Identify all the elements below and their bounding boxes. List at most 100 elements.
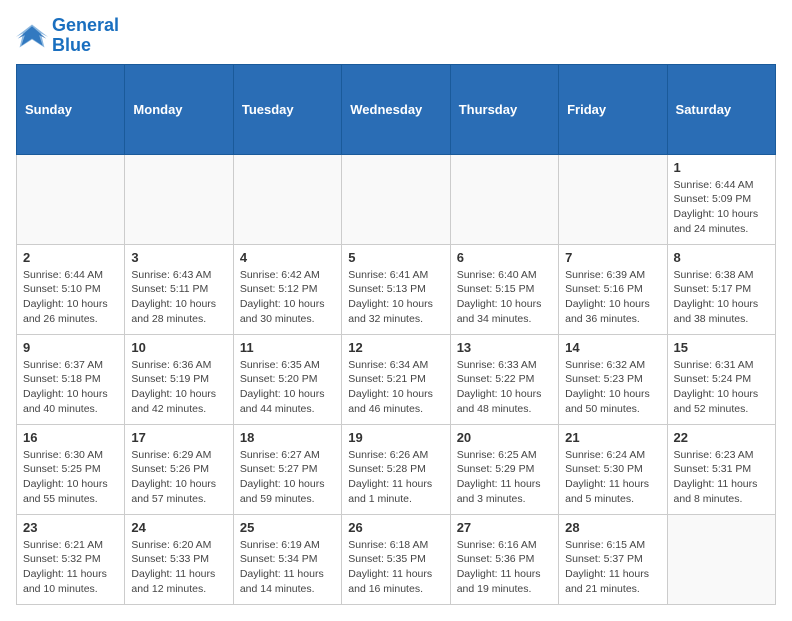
calendar-cell: 21 Sunrise: 6:24 AM Sunset: 5:30 PM Dayli… xyxy=(559,424,667,514)
calendar-cell: 14 Sunrise: 6:32 AM Sunset: 5:23 PM Dayli… xyxy=(559,334,667,424)
day-info: Sunrise: 6:26 AM Sunset: 5:28 PM Dayligh… xyxy=(348,448,443,507)
calendar-cell: 19 Sunrise: 6:26 AM Sunset: 5:28 PM Dayli… xyxy=(342,424,450,514)
day-info: Sunrise: 6:19 AM Sunset: 5:34 PM Dayligh… xyxy=(240,538,335,597)
day-info: Sunrise: 6:23 AM Sunset: 5:31 PM Dayligh… xyxy=(674,448,769,507)
day-number: 3 xyxy=(131,250,226,265)
day-number: 22 xyxy=(674,430,769,445)
day-info: Sunrise: 6:16 AM Sunset: 5:36 PM Dayligh… xyxy=(457,538,552,597)
calendar-week-row: 23 Sunrise: 6:21 AM Sunset: 5:32 PM Dayli… xyxy=(17,514,776,604)
calendar-cell: 11 Sunrise: 6:35 AM Sunset: 5:20 PM Dayli… xyxy=(233,334,341,424)
day-info: Sunrise: 6:24 AM Sunset: 5:30 PM Dayligh… xyxy=(565,448,660,507)
calendar-cell: 28 Sunrise: 6:15 AM Sunset: 5:37 PM Dayli… xyxy=(559,514,667,604)
calendar-cell xyxy=(125,154,233,244)
day-number: 18 xyxy=(240,430,335,445)
calendar-cell: 16 Sunrise: 6:30 AM Sunset: 5:25 PM Dayli… xyxy=(17,424,125,514)
calendar-cell xyxy=(667,514,775,604)
day-info: Sunrise: 6:18 AM Sunset: 5:35 PM Dayligh… xyxy=(348,538,443,597)
day-info: Sunrise: 6:15 AM Sunset: 5:37 PM Dayligh… xyxy=(565,538,660,597)
calendar-cell: 10 Sunrise: 6:36 AM Sunset: 5:19 PM Dayli… xyxy=(125,334,233,424)
calendar-week-row: 1Sunrise: 6:44 AM Sunset: 5:09 PM Daylig… xyxy=(17,154,776,244)
calendar-cell: 4 Sunrise: 6:42 AM Sunset: 5:12 PM Daylig… xyxy=(233,244,341,334)
day-info: Sunrise: 6:21 AM Sunset: 5:32 PM Dayligh… xyxy=(23,538,118,597)
calendar-header-row: SundayMondayTuesdayWednesdayThursdayFrid… xyxy=(17,64,776,154)
day-number: 25 xyxy=(240,520,335,535)
day-number: 26 xyxy=(348,520,443,535)
day-info: Sunrise: 6:34 AM Sunset: 5:21 PM Dayligh… xyxy=(348,358,443,417)
weekday-header: Sunday xyxy=(17,64,125,154)
calendar-week-row: 9 Sunrise: 6:37 AM Sunset: 5:18 PM Daylig… xyxy=(17,334,776,424)
day-number: 15 xyxy=(674,340,769,355)
calendar-cell: 23 Sunrise: 6:21 AM Sunset: 5:32 PM Dayli… xyxy=(17,514,125,604)
calendar-cell: 13Sunrise: 6:33 AM Sunset: 5:22 PM Dayli… xyxy=(450,334,558,424)
day-number: 28 xyxy=(565,520,660,535)
calendar-cell: 6 Sunrise: 6:40 AM Sunset: 5:15 PM Daylig… xyxy=(450,244,558,334)
weekday-header: Thursday xyxy=(450,64,558,154)
day-info: Sunrise: 6:44 AM Sunset: 5:09 PM Dayligh… xyxy=(674,178,769,237)
day-number: 21 xyxy=(565,430,660,445)
day-info: Sunrise: 6:43 AM Sunset: 5:11 PM Dayligh… xyxy=(131,268,226,327)
day-info: Sunrise: 6:30 AM Sunset: 5:25 PM Dayligh… xyxy=(23,448,118,507)
logo-text: General Blue xyxy=(52,16,119,56)
calendar-cell: 2Sunrise: 6:44 AM Sunset: 5:10 PM Daylig… xyxy=(17,244,125,334)
day-number: 17 xyxy=(131,430,226,445)
day-info: Sunrise: 6:25 AM Sunset: 5:29 PM Dayligh… xyxy=(457,448,552,507)
day-number: 5 xyxy=(348,250,443,265)
day-number: 24 xyxy=(131,520,226,535)
day-number: 10 xyxy=(131,340,226,355)
day-info: Sunrise: 6:31 AM Sunset: 5:24 PM Dayligh… xyxy=(674,358,769,417)
day-number: 8 xyxy=(674,250,769,265)
day-number: 4 xyxy=(240,250,335,265)
calendar-week-row: 16 Sunrise: 6:30 AM Sunset: 5:25 PM Dayli… xyxy=(17,424,776,514)
day-info: Sunrise: 6:40 AM Sunset: 5:15 PM Dayligh… xyxy=(457,268,552,327)
calendar-cell: 8 Sunrise: 6:38 AM Sunset: 5:17 PM Daylig… xyxy=(667,244,775,334)
calendar-cell xyxy=(17,154,125,244)
day-info: Sunrise: 6:29 AM Sunset: 5:26 PM Dayligh… xyxy=(131,448,226,507)
day-number: 20 xyxy=(457,430,552,445)
day-number: 27 xyxy=(457,520,552,535)
day-number: 23 xyxy=(23,520,118,535)
calendar-cell xyxy=(233,154,341,244)
calendar-cell: 22 Sunrise: 6:23 AM Sunset: 5:31 PM Dayli… xyxy=(667,424,775,514)
day-info: Sunrise: 6:41 AM Sunset: 5:13 PM Dayligh… xyxy=(348,268,443,327)
calendar-cell: 15 Sunrise: 6:31 AM Sunset: 5:24 PM Dayli… xyxy=(667,334,775,424)
day-number: 14 xyxy=(565,340,660,355)
day-number: 12 xyxy=(348,340,443,355)
day-number: 19 xyxy=(348,430,443,445)
day-info: Sunrise: 6:39 AM Sunset: 5:16 PM Dayligh… xyxy=(565,268,660,327)
day-info: Sunrise: 6:36 AM Sunset: 5:19 PM Dayligh… xyxy=(131,358,226,417)
calendar-week-row: 2Sunrise: 6:44 AM Sunset: 5:10 PM Daylig… xyxy=(17,244,776,334)
calendar-cell: 3 Sunrise: 6:43 AM Sunset: 5:11 PM Daylig… xyxy=(125,244,233,334)
calendar-cell: 7Sunrise: 6:39 AM Sunset: 5:16 PM Daylig… xyxy=(559,244,667,334)
calendar-cell: 25 Sunrise: 6:19 AM Sunset: 5:34 PM Dayli… xyxy=(233,514,341,604)
day-info: Sunrise: 6:32 AM Sunset: 5:23 PM Dayligh… xyxy=(565,358,660,417)
calendar-cell xyxy=(342,154,450,244)
day-info: Sunrise: 6:27 AM Sunset: 5:27 PM Dayligh… xyxy=(240,448,335,507)
logo-icon xyxy=(16,22,48,50)
day-info: Sunrise: 6:38 AM Sunset: 5:17 PM Dayligh… xyxy=(674,268,769,327)
calendar-cell: 26 Sunrise: 6:18 AM Sunset: 5:35 PM Dayli… xyxy=(342,514,450,604)
weekday-header: Tuesday xyxy=(233,64,341,154)
day-number: 11 xyxy=(240,340,335,355)
calendar-cell: 9 Sunrise: 6:37 AM Sunset: 5:18 PM Daylig… xyxy=(17,334,125,424)
page-header: General Blue xyxy=(16,16,776,56)
day-number: 13 xyxy=(457,340,552,355)
calendar-cell xyxy=(450,154,558,244)
day-info: Sunrise: 6:42 AM Sunset: 5:12 PM Dayligh… xyxy=(240,268,335,327)
calendar-cell: 1Sunrise: 6:44 AM Sunset: 5:09 PM Daylig… xyxy=(667,154,775,244)
day-info: Sunrise: 6:35 AM Sunset: 5:20 PM Dayligh… xyxy=(240,358,335,417)
calendar-cell xyxy=(559,154,667,244)
day-number: 16 xyxy=(23,430,118,445)
day-number: 9 xyxy=(23,340,118,355)
calendar-cell: 24 Sunrise: 6:20 AM Sunset: 5:33 PM Dayli… xyxy=(125,514,233,604)
day-number: 6 xyxy=(457,250,552,265)
weekday-header: Saturday xyxy=(667,64,775,154)
calendar-cell: 17 Sunrise: 6:29 AM Sunset: 5:26 PM Dayli… xyxy=(125,424,233,514)
day-info: Sunrise: 6:20 AM Sunset: 5:33 PM Dayligh… xyxy=(131,538,226,597)
calendar-cell: 12 Sunrise: 6:34 AM Sunset: 5:21 PM Dayli… xyxy=(342,334,450,424)
calendar: SundayMondayTuesdayWednesdayThursdayFrid… xyxy=(16,64,776,605)
weekday-header: Monday xyxy=(125,64,233,154)
weekday-header: Friday xyxy=(559,64,667,154)
weekday-header: Wednesday xyxy=(342,64,450,154)
day-number: 2 xyxy=(23,250,118,265)
day-info: Sunrise: 6:37 AM Sunset: 5:18 PM Dayligh… xyxy=(23,358,118,417)
